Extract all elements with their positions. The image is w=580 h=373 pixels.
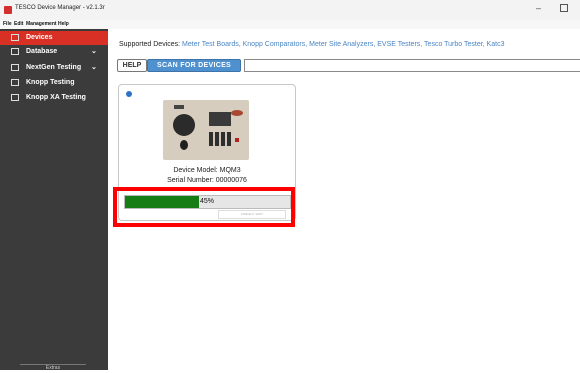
sidebar-item-label: NextGen Testing xyxy=(26,64,82,71)
supported-devices-line: Supported Devices: Meter Test Boards, Kn… xyxy=(119,41,504,48)
knopp-xa-icon xyxy=(11,94,19,101)
devices-icon xyxy=(11,34,19,41)
scan-for-devices-button[interactable]: SCAN FOR DEVICES xyxy=(147,59,241,72)
sidebar-item-database[interactable]: Database ⌄ xyxy=(0,45,108,59)
sidebar-item-nextgen-testing[interactable]: NextGen Testing ⌄ xyxy=(0,61,108,75)
sidebar-item-devices[interactable]: Devices xyxy=(0,31,108,45)
app-logo-icon xyxy=(4,6,12,14)
nextgen-icon xyxy=(11,64,19,71)
menu-edit[interactable]: Edit xyxy=(14,21,23,27)
supported-devices-label: Supported Devices: xyxy=(119,41,181,48)
sidebar-item-knopp-xa-testing[interactable]: Knopp XA Testing xyxy=(0,91,108,105)
menu-bar: File Edit Management Help xyxy=(0,20,580,29)
sidebar-item-label: Devices xyxy=(26,34,53,41)
device-image xyxy=(163,100,249,160)
window-title: TESCO Device Manager - v2.1.3r xyxy=(15,5,105,11)
sidebar-item-label: Knopp Testing xyxy=(26,79,75,86)
menu-help[interactable]: Help xyxy=(58,21,69,27)
sidebar: Devices Database ⌄ NextGen Testing ⌄ Kno… xyxy=(0,29,108,373)
highlight-box xyxy=(113,187,295,227)
minimize-button[interactable]: – xyxy=(536,3,541,13)
extras-section[interactable]: Extras xyxy=(20,364,86,373)
search-input[interactable] xyxy=(244,59,580,72)
knopp-icon xyxy=(11,79,19,86)
title-bar: TESCO Device Manager - v2.1.3r – xyxy=(0,0,580,20)
menu-file[interactable]: File xyxy=(3,21,12,27)
info-icon[interactable] xyxy=(126,91,132,97)
device-model: Device Model: MQM3 xyxy=(173,167,241,174)
help-button[interactable]: HELP xyxy=(117,59,147,72)
sidebar-item-label: Knopp XA Testing xyxy=(26,94,86,101)
serial-number: Serial Number: 00000076 xyxy=(167,177,247,184)
sidebar-item-label: Database xyxy=(26,48,58,55)
sidebar-item-knopp-testing[interactable]: Knopp Testing xyxy=(0,76,108,90)
menu-management[interactable]: Management xyxy=(26,21,57,27)
supported-devices-list: Meter Test Boards, Knopp Comparators, Me… xyxy=(182,41,505,48)
chevron-down-icon[interactable]: ⌄ xyxy=(91,47,97,55)
database-icon xyxy=(11,48,19,55)
maximize-button[interactable] xyxy=(560,4,568,12)
chevron-down-icon[interactable]: ⌄ xyxy=(91,63,97,71)
